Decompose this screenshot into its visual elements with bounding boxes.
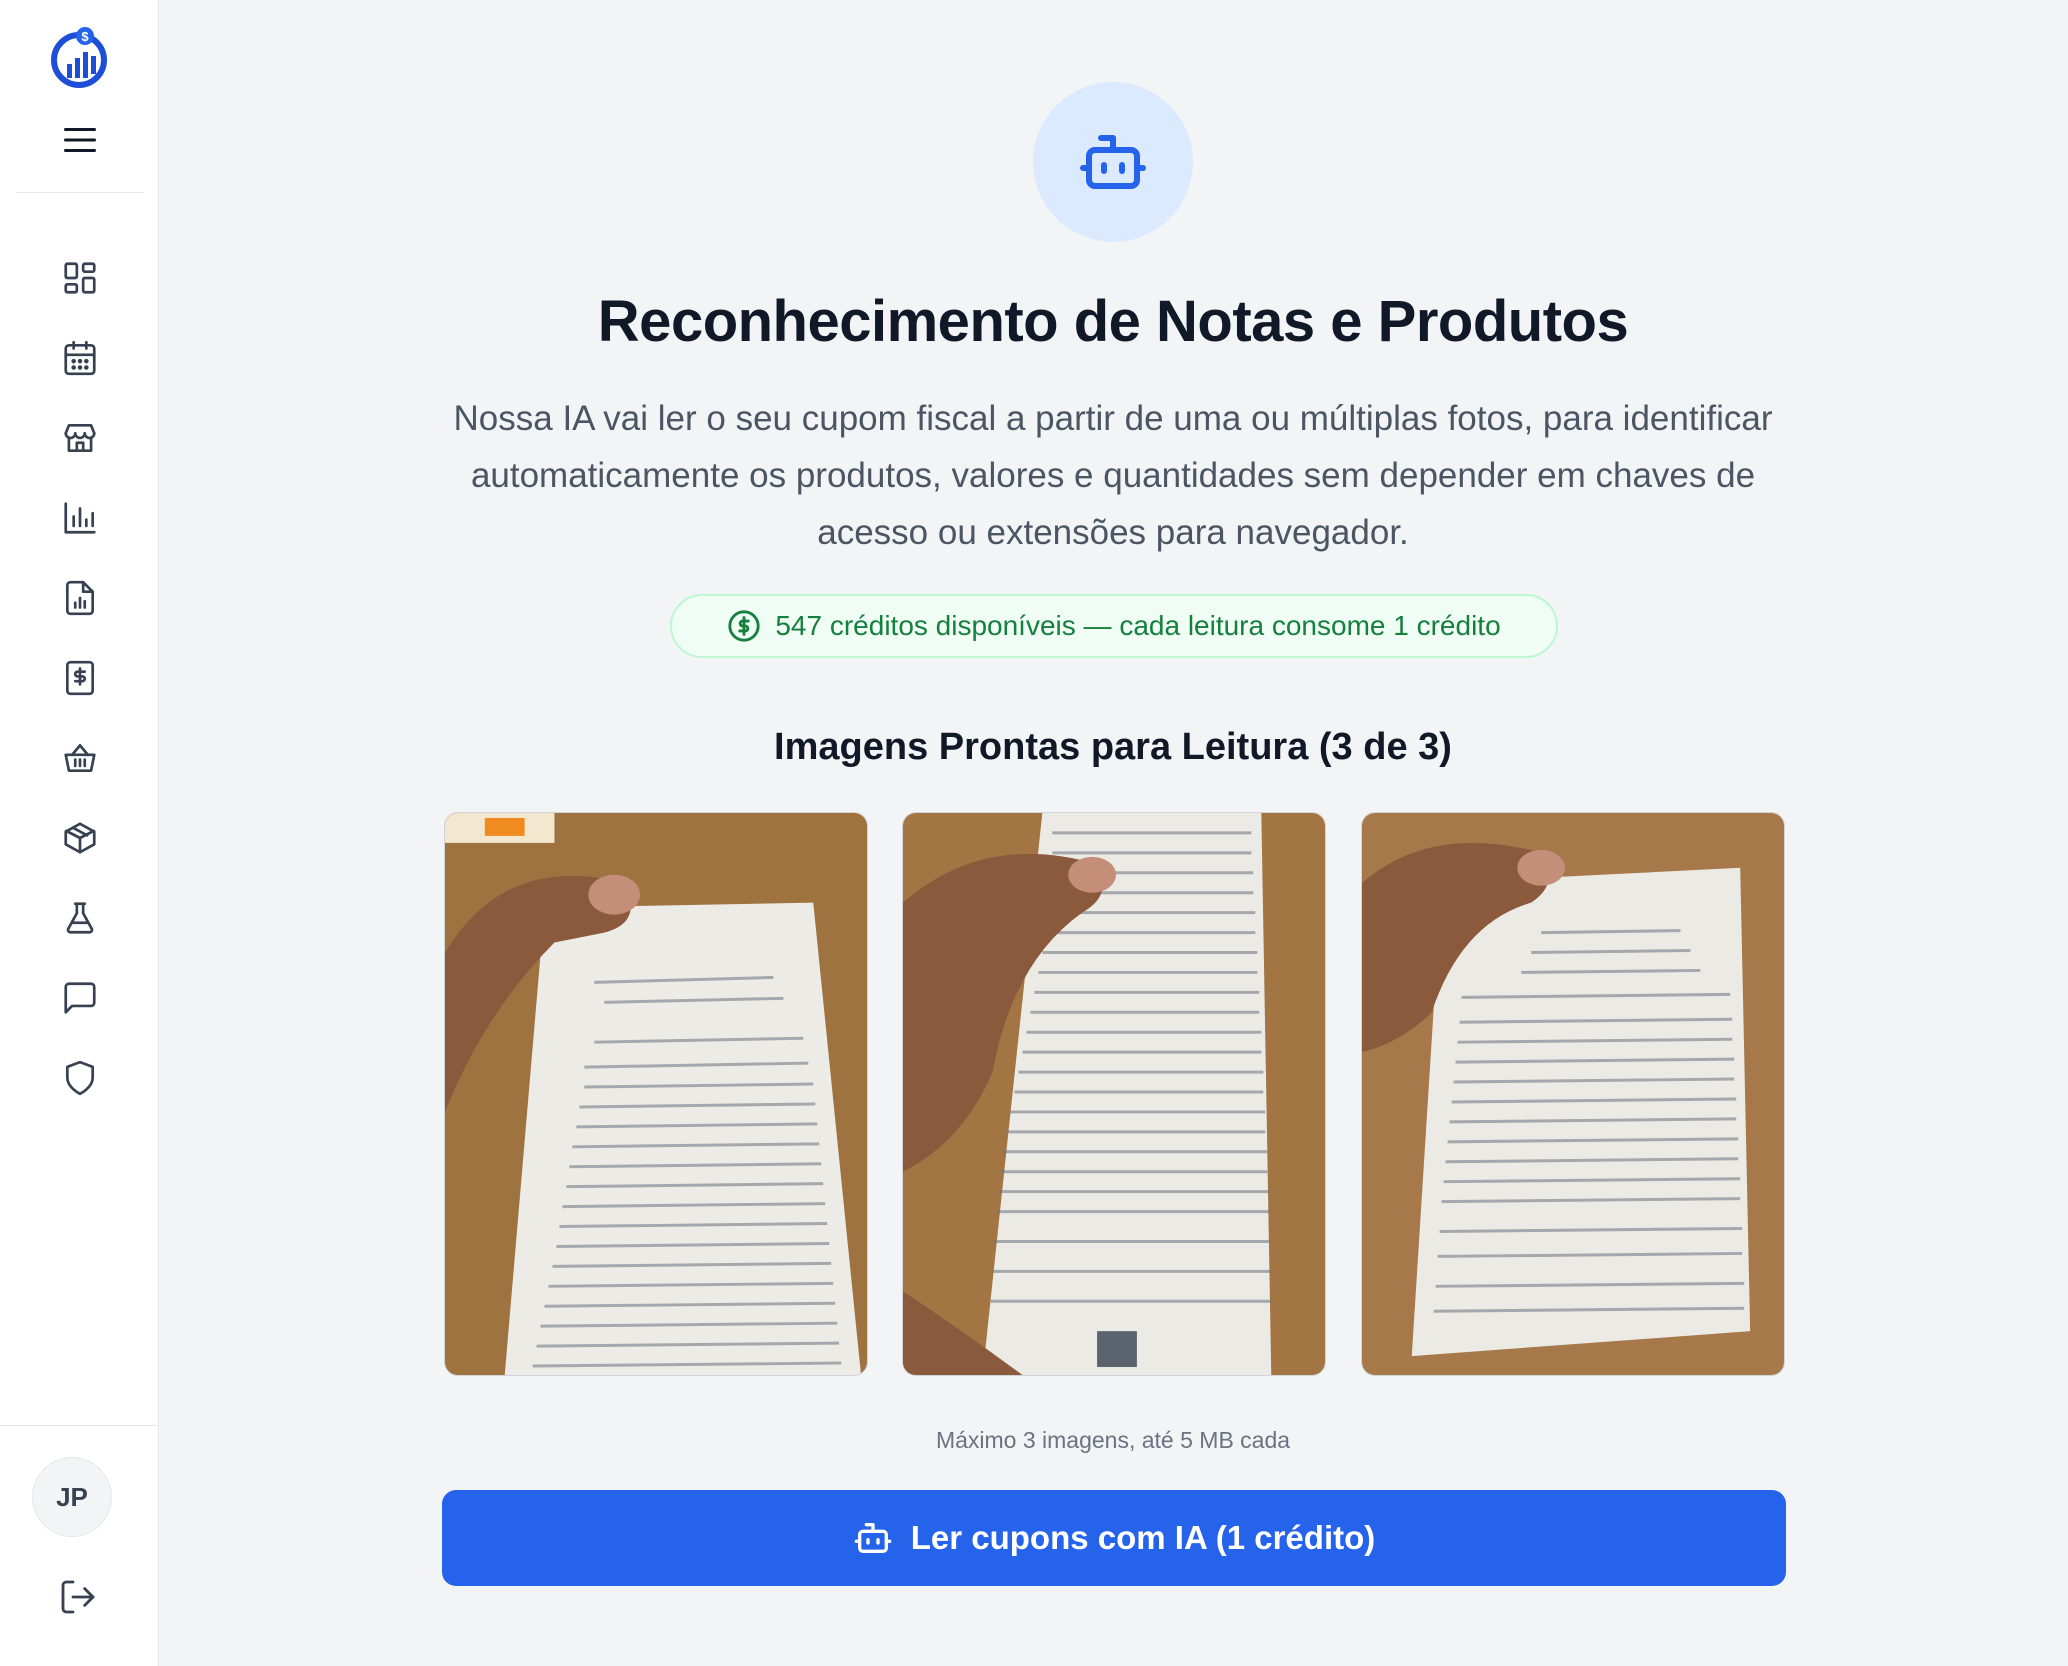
logo-icon: $ <box>51 27 107 88</box>
app-logo[interactable]: $ <box>48 26 110 88</box>
images-section-title: Imagens Prontas para Leitura (3 de 3) <box>774 726 1452 768</box>
receipt-image-thumbnail[interactable] <box>902 812 1326 1376</box>
sidebar-bottom-divider <box>0 1425 159 1426</box>
bar-chart-icon <box>64 502 96 534</box>
nav-stores[interactable] <box>56 414 104 462</box>
nav-lab[interactable] <box>56 894 104 942</box>
basket-icon <box>64 743 96 773</box>
bot-icon <box>854 1523 892 1553</box>
dollar-circle-icon <box>728 610 760 642</box>
user-avatar[interactable]: JP <box>32 1457 112 1537</box>
bot-badge <box>1033 82 1193 242</box>
nav-basket[interactable] <box>56 734 104 782</box>
read-receipts-label: Ler cupons com IA (1 crédito) <box>910 1519 1376 1556</box>
box-icon <box>64 822 96 854</box>
receipt-photo <box>903 813 1325 1375</box>
report-file-icon <box>65 580 95 616</box>
upload-limit-hint: Máximo 3 imagens, até 5 MB cada <box>935 1427 1291 1453</box>
nav-receipts[interactable] <box>56 654 104 702</box>
svg-text:$: $ <box>81 29 89 44</box>
chat-icon <box>64 982 96 1014</box>
store-icon <box>64 423 96 453</box>
receipt-image-thumbnail[interactable] <box>1361 812 1785 1376</box>
page-description: Nossa IA vai ler o seu cupom fiscal a pa… <box>453 399 1773 552</box>
shield-icon <box>65 1060 95 1096</box>
receipt-dollar-icon <box>65 660 95 696</box>
receipt-photo <box>1362 813 1784 1375</box>
hamburger-icon <box>64 128 96 152</box>
nav-charts[interactable] <box>56 494 104 542</box>
nav-security[interactable] <box>56 1054 104 1102</box>
bot-icon <box>1080 135 1146 189</box>
page-title: Reconhecimento de Notas e Produtos <box>597 289 1629 354</box>
nav-reports[interactable] <box>56 574 104 622</box>
logout-button[interactable] <box>58 1577 102 1621</box>
credits-badge: 547 créditos disponíveis — cada leitura … <box>670 594 1558 658</box>
sidebar-divider <box>16 192 144 193</box>
nav-dashboard[interactable] <box>56 254 104 302</box>
read-receipts-button[interactable]: Ler cupons com IA (1 crédito) <box>442 1490 1786 1586</box>
receipt-photo <box>445 813 867 1375</box>
receipt-image-thumbnail[interactable] <box>444 812 868 1376</box>
calendar-icon <box>64 340 96 376</box>
credits-text: 547 créditos disponíveis — cada leitura … <box>775 610 1501 641</box>
nav-products[interactable] <box>56 814 104 862</box>
menu-toggle-button[interactable] <box>60 120 100 160</box>
nav-chat[interactable] <box>56 974 104 1022</box>
dashboard-icon <box>64 262 96 294</box>
flask-icon <box>66 902 94 934</box>
sidebar: $ JP <box>0 0 159 1666</box>
nav-calendar[interactable] <box>56 334 104 382</box>
logout-icon <box>61 1580 95 1614</box>
